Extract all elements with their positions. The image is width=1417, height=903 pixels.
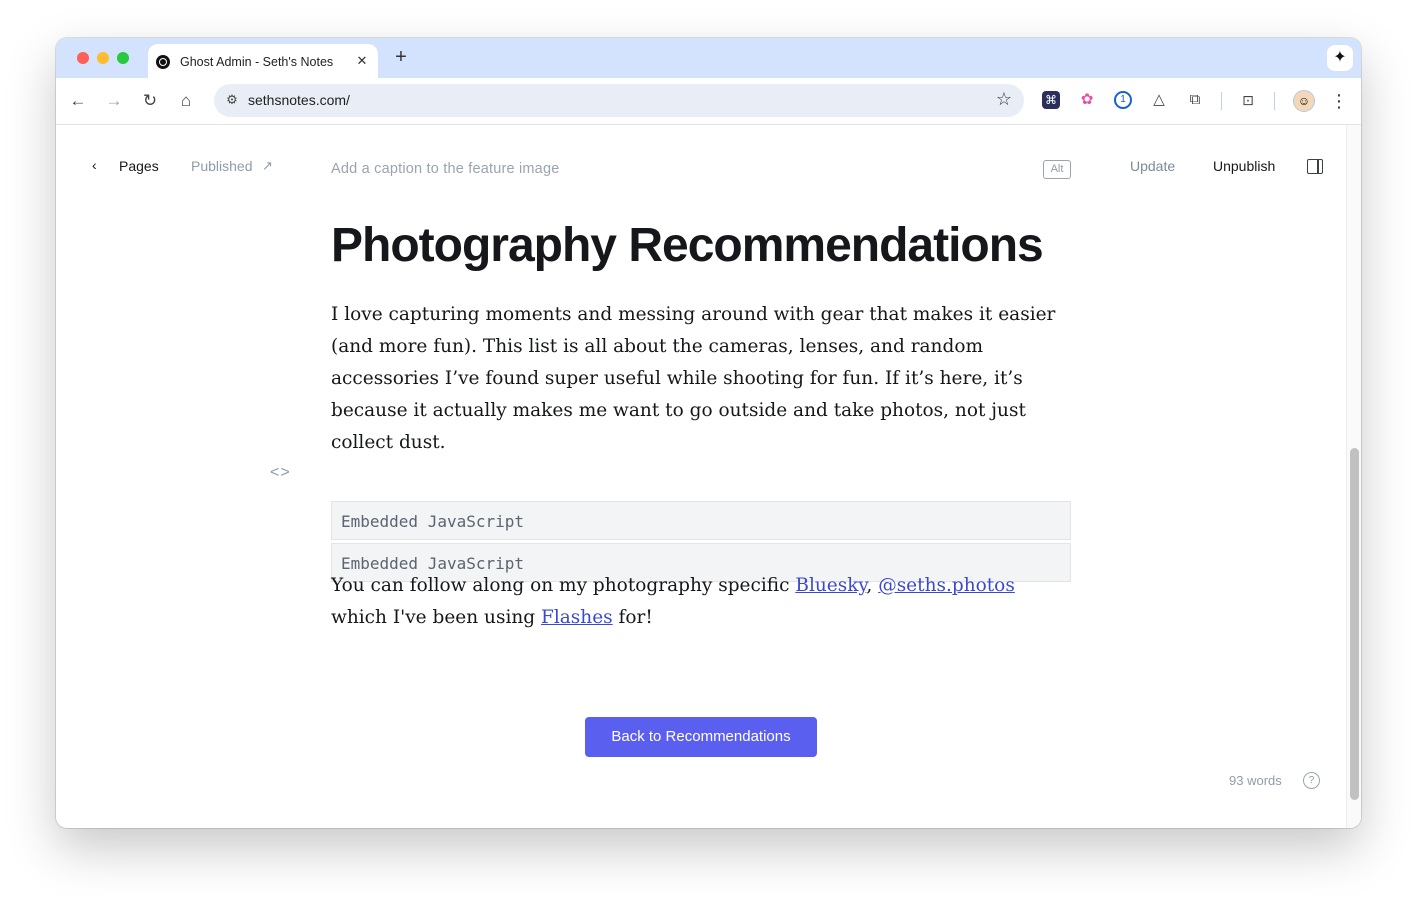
ghost-favicon-icon bbox=[156, 55, 170, 69]
breadcrumb-pages[interactable]: Pages bbox=[119, 158, 159, 174]
bluesky-link[interactable]: Bluesky bbox=[795, 575, 866, 596]
seths-photos-link[interactable]: @seths.photos bbox=[878, 575, 1015, 596]
password-manager-icon[interactable]: 1 bbox=[1114, 91, 1132, 109]
close-window-button[interactable] bbox=[77, 52, 89, 64]
follow-text: for! bbox=[612, 607, 653, 628]
home-icon[interactable]: ⌂ bbox=[174, 89, 198, 113]
browser-window: Ghost Admin - Seth's Notes ✕ + ✦ ← → ↻ ⌂… bbox=[56, 38, 1361, 828]
bookmark-star-icon[interactable]: ☆ bbox=[996, 89, 1012, 110]
flower-icon[interactable]: ✿ bbox=[1078, 91, 1096, 109]
ghost-editor-page: ‹ Pages Published ↗ Add a caption to the… bbox=[56, 125, 1361, 828]
scrollbar-thumb[interactable] bbox=[1350, 448, 1359, 800]
settings-sidebar-icon[interactable] bbox=[1307, 159, 1323, 174]
follow-text: which I've been using bbox=[331, 607, 541, 628]
profile-avatar[interactable]: ☺ bbox=[1293, 90, 1315, 112]
raycast-icon[interactable]: ⌘ bbox=[1042, 91, 1060, 109]
follow-paragraph[interactable]: You can follow along on my photography s… bbox=[331, 570, 1071, 634]
back-to-recommendations-button[interactable]: Back to Recommendations bbox=[585, 717, 817, 757]
code-card-label: Embedded JavaScript bbox=[341, 512, 525, 531]
flashes-link[interactable]: Flashes bbox=[541, 607, 613, 628]
alt-text-button[interactable]: Alt bbox=[1043, 160, 1071, 179]
minimize-window-button[interactable] bbox=[97, 52, 109, 64]
gemini-sparkle-icon[interactable]: ✦ bbox=[1327, 45, 1353, 71]
update-button[interactable]: Update bbox=[1130, 158, 1175, 174]
address-bar[interactable]: ⚙ sethsnotes.com/ ☆ bbox=[214, 84, 1024, 117]
forward-arrow-icon[interactable]: → bbox=[102, 89, 126, 113]
follow-text: , bbox=[866, 575, 879, 596]
site-info-icon[interactable]: ⚙ bbox=[222, 90, 242, 110]
tab-strip: Ghost Admin - Seth's Notes ✕ + ✦ bbox=[56, 38, 1361, 78]
toolbar-divider bbox=[1221, 92, 1222, 110]
post-status[interactable]: Published bbox=[191, 158, 253, 174]
help-icon[interactable]: ? bbox=[1303, 772, 1320, 789]
reload-icon[interactable]: ↻ bbox=[138, 89, 162, 113]
maximize-window-button[interactable] bbox=[117, 52, 129, 64]
html-card[interactable]: Embedded JavaScript bbox=[331, 501, 1071, 540]
external-link-icon[interactable]: ↗ bbox=[262, 158, 273, 174]
back-arrow-icon[interactable]: ← bbox=[66, 89, 90, 113]
follow-text: You can follow along on my photography s… bbox=[331, 575, 796, 596]
triangle-icon[interactable]: △ bbox=[1150, 91, 1168, 109]
tab-title: Ghost Admin - Seth's Notes bbox=[180, 55, 334, 69]
tab-search-icon[interactable]: ⊡ bbox=[1239, 91, 1257, 109]
word-count: 93 words bbox=[1229, 773, 1282, 788]
intro-paragraph[interactable]: I love capturing moments and messing aro… bbox=[331, 299, 1071, 459]
toolbar-divider bbox=[1274, 92, 1275, 110]
code-card-icon: <> bbox=[270, 464, 291, 481]
post-title[interactable]: Photography Recommendations bbox=[331, 218, 1044, 273]
puzzle-extensions-icon[interactable]: ⧉ bbox=[1186, 91, 1204, 109]
new-tab-button[interactable]: + bbox=[389, 46, 413, 70]
tab-close-icon[interactable]: ✕ bbox=[353, 52, 371, 70]
feature-image-caption[interactable]: Add a caption to the feature image bbox=[331, 161, 559, 177]
browser-toolbar: ← → ↻ ⌂ ⚙ sethsnotes.com/ ☆ ⌘ ✿ 1 △ ⧉ ⊡ … bbox=[56, 78, 1361, 125]
unpublish-button[interactable]: Unpublish bbox=[1213, 158, 1275, 174]
back-chevron-icon[interactable]: ‹ bbox=[92, 157, 97, 173]
browser-menu-icon[interactable]: ⋮ bbox=[1330, 89, 1348, 113]
url-text[interactable]: sethsnotes.com/ bbox=[248, 92, 350, 108]
tab-ghost-admin[interactable]: Ghost Admin - Seth's Notes ✕ bbox=[148, 44, 378, 78]
